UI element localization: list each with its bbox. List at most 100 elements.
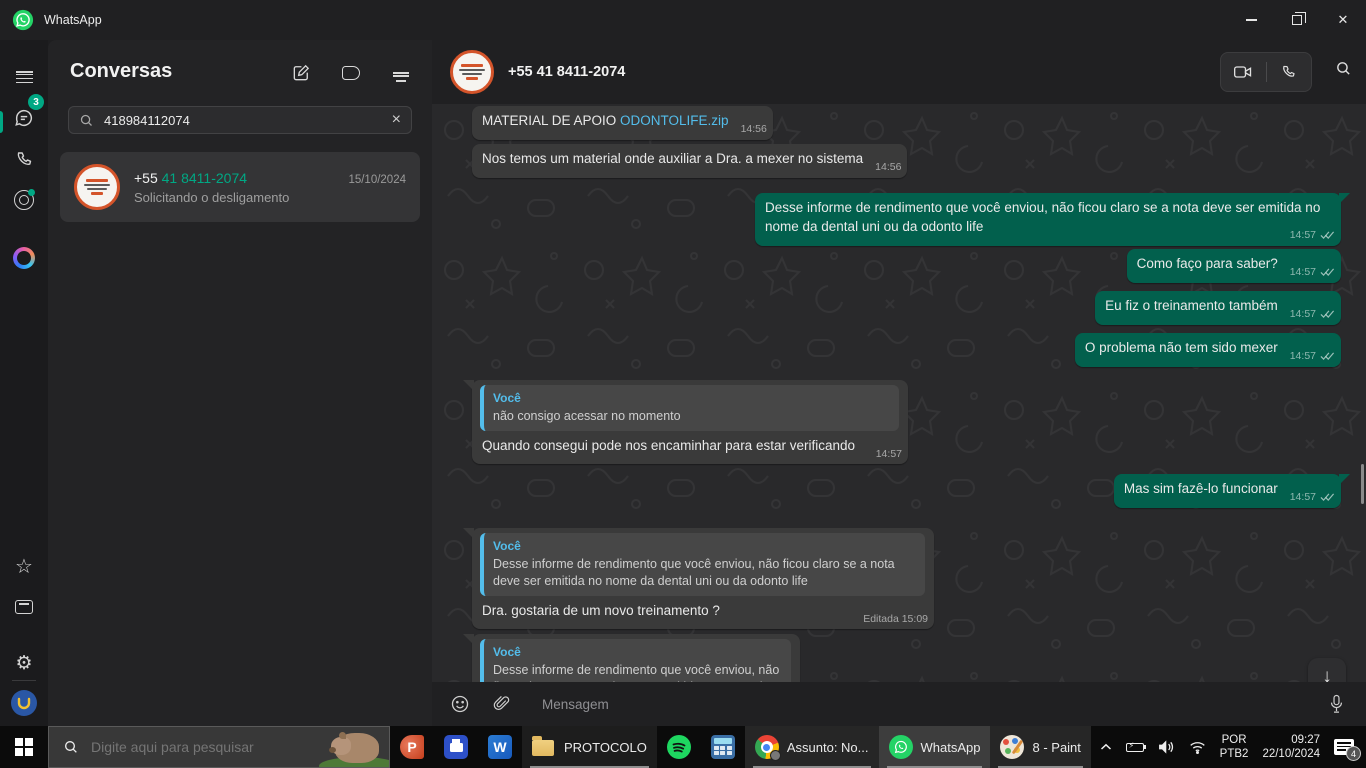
windows-taskbar: P W PROTOCOLO Assunto: No... WhatsApp [0, 726, 1366, 768]
taskbar-printer-app[interactable] [434, 726, 478, 768]
search-icon [63, 739, 79, 755]
contact-name: +55 41 8411-2074 [134, 170, 247, 186]
paint-icon [1000, 735, 1024, 759]
voice-call-button[interactable] [1267, 53, 1312, 91]
message-incoming[interactable]: MATERIAL DE APOIO ODONTOLIFE.zip 14:56 [472, 106, 773, 140]
microphone-icon [1328, 694, 1345, 714]
start-button[interactable] [0, 726, 48, 768]
spotify-icon [667, 735, 691, 759]
taskbar-paint[interactable]: 8 - Paint [990, 726, 1090, 768]
chat-bubble-icon [13, 107, 35, 129]
paperclip-icon [493, 695, 511, 713]
attachment-link[interactable]: ODONTOLIFE.zip [620, 113, 729, 128]
minimize-button[interactable] [1228, 0, 1274, 40]
message-outgoing[interactable]: Desse informe de rendimento que você env… [755, 193, 1341, 246]
chats-tab[interactable]: 3 [0, 100, 48, 136]
unread-badge: 3 [28, 94, 44, 110]
attach-button[interactable] [488, 695, 516, 713]
menu-button[interactable] [0, 54, 48, 90]
search-icon [1335, 60, 1352, 77]
message-time: 14:57 [1290, 265, 1316, 280]
archived-tab[interactable] [0, 589, 48, 625]
tray-volume[interactable] [1151, 726, 1182, 768]
close-button[interactable]: ✕ [1320, 0, 1366, 40]
conversations-panel: Conversas × +55 41 8411-2074 [48, 40, 432, 726]
contact-avatar [74, 164, 120, 210]
notification-icon: 4 [1334, 739, 1354, 755]
filter-button[interactable] [388, 60, 414, 86]
message-incoming[interactable]: Você Desse informe de rendimento que voc… [472, 528, 934, 629]
message-outgoing[interactable]: O problema não tem sido mexer 14:57 [1075, 333, 1341, 367]
chat-area: +55 41 8411-2074 [432, 40, 1366, 726]
label-button[interactable] [338, 60, 364, 86]
taskbar-folder-protocolo[interactable]: PROTOCOLO [522, 726, 657, 768]
calls-tab[interactable] [0, 142, 48, 178]
message-outgoing[interactable]: Eu fiz o treinamento também 14:57 [1095, 291, 1341, 325]
delivered-ticks-icon [1320, 351, 1335, 361]
action-center-button[interactable]: 4 [1327, 726, 1366, 768]
chat-search-box[interactable]: × [68, 106, 412, 134]
new-chat-button[interactable] [288, 60, 314, 86]
search-in-chat-button[interactable] [1335, 60, 1352, 82]
tray-date: 22/10/2024 [1262, 747, 1320, 761]
search-input[interactable] [104, 113, 392, 128]
taskbar-word[interactable]: W [478, 726, 522, 768]
message-incoming[interactable]: Nos temos um material onde auxiliar a Dr… [472, 144, 907, 178]
quoted-message[interactable]: Você Desse informe de rendimento que voc… [480, 639, 791, 682]
starred-tab[interactable]: ☆ [0, 549, 48, 585]
message-time: 14:56 [875, 160, 901, 175]
scroll-to-bottom-button[interactable]: ↓ [1308, 658, 1346, 682]
taskbar-folder-label: PROTOCOLO [564, 740, 647, 755]
voice-message-button[interactable] [1322, 694, 1350, 714]
tray-chevron-button[interactable] [1093, 726, 1119, 768]
message-incoming[interactable]: Você não consigo acessar no momento Quan… [472, 380, 908, 464]
notification-badge: 4 [1346, 746, 1361, 761]
printer-app-icon [444, 735, 468, 759]
tray-battery[interactable] [1119, 726, 1151, 768]
taskbar-whatsapp[interactable]: WhatsApp [879, 726, 991, 768]
video-call-button[interactable] [1221, 53, 1266, 91]
quoted-message[interactable]: Você não consigo acessar no momento [480, 385, 899, 431]
taskbar-chrome-label: Assunto: No... [787, 740, 869, 755]
call-buttons-group [1220, 52, 1312, 92]
whatsapp-icon [889, 735, 913, 759]
word-icon: W [488, 735, 512, 759]
chat-list-item[interactable]: +55 41 8411-2074 15/10/2024 Solicitando … [60, 152, 420, 222]
chat-scrollbar[interactable] [1361, 464, 1364, 504]
star-icon: ☆ [15, 557, 33, 577]
window-titlebar: WhatsApp ✕ [0, 0, 1366, 40]
clear-search-icon[interactable]: × [392, 112, 401, 128]
calculator-icon [711, 735, 735, 759]
tray-language[interactable]: POR PTB2 [1213, 726, 1256, 768]
message-input[interactable] [542, 697, 1306, 712]
folder-icon [532, 740, 554, 756]
whatsapp-logo-icon [12, 9, 34, 31]
message-outgoing[interactable]: Como faço para saber? 14:57 [1127, 249, 1341, 283]
tray-clock[interactable]: 09:27 22/10/2024 [1255, 726, 1327, 768]
chat-header-avatar[interactable] [450, 50, 494, 94]
taskbar-calculator[interactable] [701, 726, 745, 768]
chat-header[interactable]: +55 41 8411-2074 [432, 40, 1366, 104]
taskbar-search-box[interactable] [48, 726, 390, 768]
emoji-button[interactable] [446, 694, 474, 714]
restore-button[interactable] [1274, 0, 1320, 40]
meta-ai-tab[interactable] [0, 240, 48, 276]
settings-tab[interactable]: ⚙ [0, 645, 48, 681]
emoji-icon [450, 694, 470, 714]
taskbar-powerpoint[interactable]: P [390, 726, 434, 768]
search-icon [79, 113, 94, 128]
tray-network[interactable] [1182, 726, 1213, 768]
message-list[interactable]: MATERIAL DE APOIO ODONTOLIFE.zip 14:56 N… [432, 104, 1366, 682]
status-tab[interactable] [0, 182, 48, 218]
profile-tab[interactable] [0, 685, 48, 721]
battery-icon [1126, 743, 1144, 752]
taskbar-chrome[interactable]: Assunto: No... [745, 726, 879, 768]
delivered-ticks-icon [1320, 230, 1335, 240]
taskbar-whatsapp-label: WhatsApp [921, 740, 981, 755]
arrow-down-icon: ↓ [1322, 666, 1332, 682]
message-incoming-clipped[interactable]: Você Desse informe de rendimento que voc… [472, 634, 800, 682]
quoted-message[interactable]: Você Desse informe de rendimento que voc… [480, 533, 925, 596]
message-outgoing[interactable]: Mas sim fazê-lo funcionar 14:57 [1114, 474, 1341, 508]
new-chat-icon [291, 63, 311, 83]
taskbar-spotify[interactable] [657, 726, 701, 768]
